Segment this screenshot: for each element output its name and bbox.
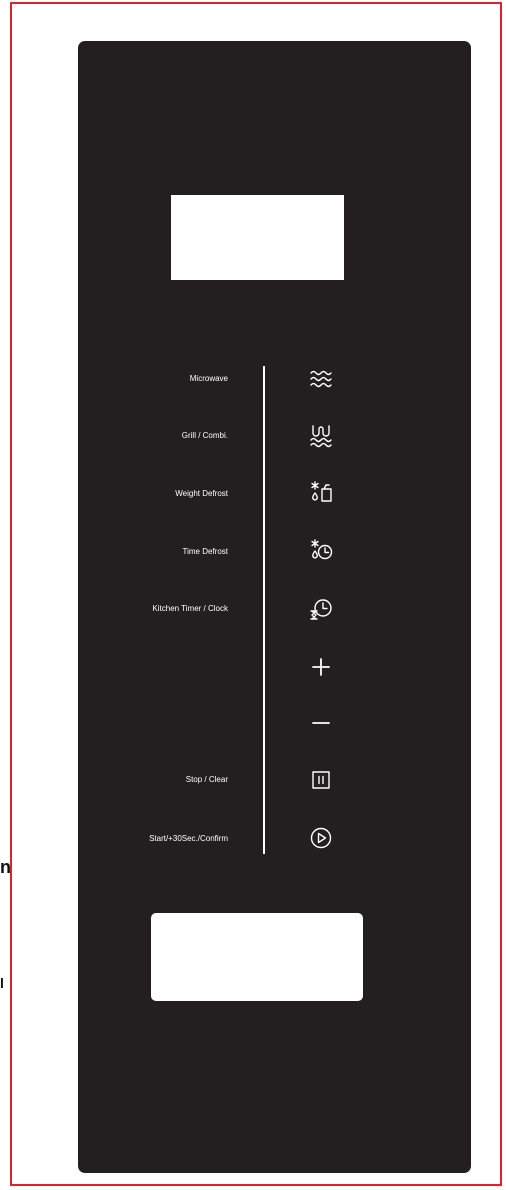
stop-clear-label: Stop / Clear (185, 775, 228, 784)
kitchen-timer-label: Kitchen Timer / Clock (152, 604, 228, 613)
plus-icon (312, 658, 330, 676)
grill-icon (310, 425, 332, 448)
start-label: Start/+30Sec./Confirm (149, 834, 228, 843)
panel-divider (263, 366, 265, 854)
kitchen-timer-button[interactable] (308, 596, 334, 622)
grill-button[interactable] (308, 422, 334, 448)
microwave-button[interactable] (308, 366, 334, 392)
time-defrost-icon (311, 539, 333, 560)
weight-defrost-button[interactable] (308, 480, 334, 506)
time-defrost-button[interactable] (308, 538, 334, 564)
weight-defrost-icon (311, 481, 332, 502)
stray-text-l: l (0, 975, 4, 991)
main-display (171, 195, 344, 280)
weight-defrost-label: Weight Defrost (175, 489, 228, 498)
control-panel: Microwave Grill / Combi. Weight Defrost … (78, 41, 471, 1173)
microwave-label: Microwave (189, 374, 228, 383)
time-defrost-label: Time Defrost (182, 547, 229, 556)
start-play-icon (310, 827, 332, 849)
minus-button[interactable] (308, 710, 334, 736)
stop-pause-icon (312, 771, 330, 789)
secondary-display (151, 913, 363, 1001)
minus-icon (312, 722, 330, 724)
plus-button[interactable] (308, 654, 334, 680)
grill-label: Grill / Combi. (181, 431, 228, 440)
start-button[interactable] (308, 825, 334, 851)
stop-clear-button[interactable] (308, 767, 334, 793)
microwave-waves-icon (310, 370, 332, 388)
stray-text-n: n (0, 857, 11, 877)
kitchen-timer-icon (310, 599, 332, 620)
